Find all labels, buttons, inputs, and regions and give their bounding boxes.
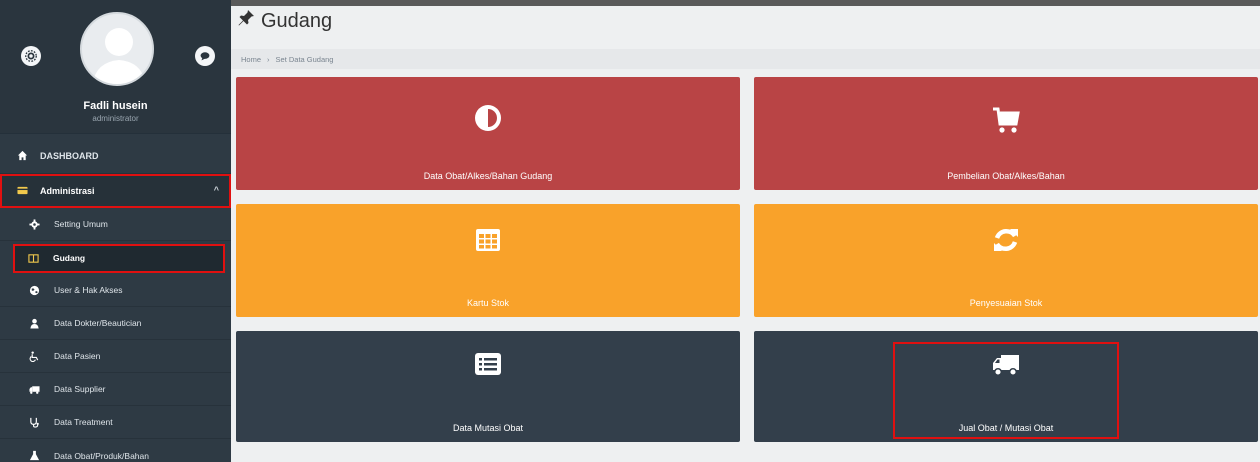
sidebar-item-label: Setting Umum bbox=[54, 219, 108, 229]
sidebar-item-label: Data Pasien bbox=[54, 351, 101, 361]
pushpin-icon bbox=[237, 9, 261, 33]
flask-icon bbox=[28, 450, 40, 462]
sidebar-item-label: User & Hak Akses bbox=[54, 285, 123, 295]
chevron-up-icon: ^ bbox=[213, 185, 219, 195]
user-md-icon bbox=[28, 317, 40, 329]
chat-circle-icon[interactable] bbox=[195, 46, 215, 66]
adjust-icon bbox=[236, 102, 740, 134]
breadcrumb-separator: › bbox=[267, 54, 270, 64]
sidebar-item-user-hak-akses[interactable]: User & Hak Akses bbox=[0, 274, 231, 307]
columns-icon bbox=[27, 252, 39, 264]
page-title: Gudang bbox=[237, 9, 332, 33]
wheelchair-icon bbox=[28, 350, 40, 362]
tile-data-obat-gudang[interactable]: Data Obat/Alkes/Bahan Gudang bbox=[236, 77, 740, 190]
profile-panel: Fadli husein administrator bbox=[0, 0, 231, 134]
tile-data-mutasi-obat[interactable]: Data Mutasi Obat bbox=[236, 331, 740, 442]
tile-pembelian[interactable]: Pembelian Obat/Alkes/Bahan bbox=[754, 77, 1258, 190]
profile-name: Fadli husein bbox=[83, 100, 148, 112]
settings-circle-icon[interactable] bbox=[21, 46, 41, 66]
tile-label: Kartu Stok bbox=[466, 298, 510, 308]
globe-icon bbox=[28, 284, 40, 296]
sidebar-item-gudang[interactable]: Gudang bbox=[13, 244, 225, 273]
breadcrumb: Home › Set Data Gudang bbox=[231, 49, 1260, 69]
stethoscope-icon bbox=[28, 416, 40, 428]
tile-label: Penyesuaian Stok bbox=[969, 298, 1043, 308]
sidebar-item-label: Data Supplier bbox=[54, 384, 106, 394]
top-border bbox=[231, 0, 1260, 6]
highlight-box bbox=[893, 342, 1119, 439]
tile-label: Pembelian Obat/Alkes/Bahan bbox=[947, 171, 1065, 181]
grid-icon bbox=[236, 224, 740, 256]
sidebar-item-label: Data Obat/Produk/Bahan bbox=[54, 450, 149, 461]
avatar bbox=[80, 12, 154, 86]
sidebar-item-label: Data Treatment bbox=[54, 417, 113, 427]
sidebar-item-data-treatment[interactable]: Data Treatment bbox=[0, 406, 231, 439]
sidebar-item-data-dokter[interactable]: Data Dokter/Beautician bbox=[0, 307, 231, 340]
sidebar-item-label: Data Dokter/Beautician bbox=[54, 318, 142, 328]
sidebar-item-label: Gudang bbox=[53, 253, 86, 263]
sidebar: Fadli husein administrator DASHBOARD Adm… bbox=[0, 0, 231, 462]
sidebar-item-dashboard[interactable]: DASHBOARD bbox=[0, 138, 231, 174]
refresh-icon bbox=[754, 224, 1258, 256]
gear-icon bbox=[28, 218, 40, 230]
sidebar-item-label: DASHBOARD bbox=[40, 150, 99, 161]
profile-role: administrator bbox=[92, 114, 139, 123]
sidebar-item-administrasi[interactable]: Administrasi ^ bbox=[0, 174, 231, 208]
breadcrumb-current: Set Data Gudang bbox=[275, 54, 334, 64]
sidebar-item-data-pasien[interactable]: Data Pasien bbox=[0, 340, 231, 373]
tile-penyesuaian-stok[interactable]: Penyesuaian Stok bbox=[754, 204, 1258, 317]
breadcrumb-home[interactable]: Home bbox=[241, 55, 261, 64]
tile-label: Data Mutasi Obat bbox=[452, 423, 524, 433]
sidebar-item-setting-umum[interactable]: Setting Umum bbox=[0, 208, 231, 241]
page-title-text: Gudang bbox=[261, 9, 333, 32]
home-icon bbox=[16, 150, 28, 162]
tile-kartu-stok[interactable]: Kartu Stok bbox=[236, 204, 740, 317]
credit-card-icon bbox=[16, 185, 28, 197]
cart-icon bbox=[754, 104, 1258, 136]
truck-icon bbox=[28, 383, 40, 395]
list-icon bbox=[236, 348, 740, 380]
sidebar-item-label: Administrasi bbox=[40, 185, 95, 196]
sidebar-item-data-supplier[interactable]: Data Supplier bbox=[0, 373, 231, 406]
sidebar-item-data-obat[interactable]: Data Obat/Produk/Bahan bbox=[0, 439, 231, 462]
tile-label: Data Obat/Alkes/Bahan Gudang bbox=[423, 171, 553, 181]
